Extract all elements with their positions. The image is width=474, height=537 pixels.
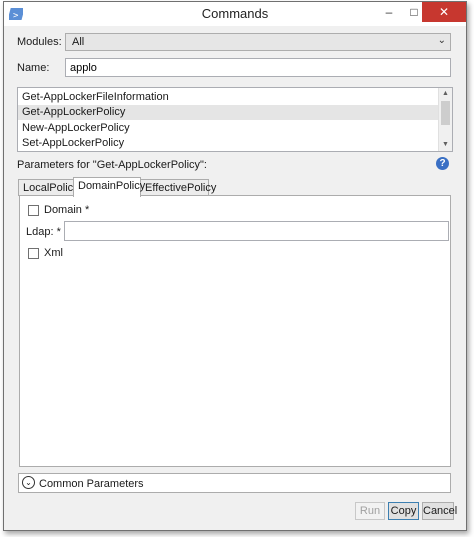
name-label: Name: [17,62,50,74]
tab-domain-policy[interactable]: DomainPolicy [73,177,145,197]
ldap-label: Ldap: * [26,226,61,238]
list-scrollbar[interactable]: ▲ ▼ [438,88,452,151]
scroll-down-icon[interactable]: ▼ [439,139,452,151]
modules-label: Modules: [17,36,62,48]
command-list[interactable]: Get-AppLockerFileInformation Get-AppLock… [17,87,453,152]
tab-local-policy[interactable]: LocalPolicy [18,179,79,196]
modules-dropdown[interactable]: All ⌄ [65,33,451,51]
list-item[interactable]: Set-AppLockerPolicy [18,136,439,151]
chevron-down-icon: ⌄ [437,35,446,46]
list-item[interactable]: New-AppLockerPolicy [18,121,439,136]
name-input[interactable] [65,58,451,77]
list-item[interactable]: Get-AppLockerPolicy [18,105,439,120]
common-parameters-label: Common Parameters [39,478,144,490]
domain-checkbox[interactable] [28,205,39,216]
modules-value: All [72,36,85,48]
scroll-up-icon[interactable]: ▲ [439,88,452,100]
commands-window: > Commands – □ ✕ Modules: All ⌄ Name: Ge… [3,1,467,531]
help-icon[interactable]: ? [436,157,449,170]
copy-button[interactable]: Copy [388,502,419,520]
xml-label: Xml [44,247,63,259]
tab-effective-policy[interactable]: EffectivePolicy [140,179,216,196]
scrollbar-thumb[interactable] [441,101,450,125]
common-parameters-expander[interactable]: ⌄ Common Parameters [18,473,451,493]
close-button[interactable]: ✕ [422,2,466,22]
list-item[interactable]: Get-AppLockerFileInformation [18,90,439,105]
run-button[interactable]: Run [355,502,385,520]
minimize-button[interactable]: – [377,2,401,22]
chevron-down-icon[interactable]: ⌄ [22,476,35,489]
parameters-header: Parameters for "Get-AppLockerPolicy": [17,159,207,171]
title-bar[interactable]: > Commands – □ ✕ [4,2,466,26]
cancel-button[interactable]: Cancel [422,502,457,520]
ldap-input[interactable] [64,221,449,241]
parameters-panel: Domain * Ldap: * Xml [19,195,451,467]
xml-checkbox[interactable] [28,248,39,259]
domain-label: Domain * [44,204,90,216]
